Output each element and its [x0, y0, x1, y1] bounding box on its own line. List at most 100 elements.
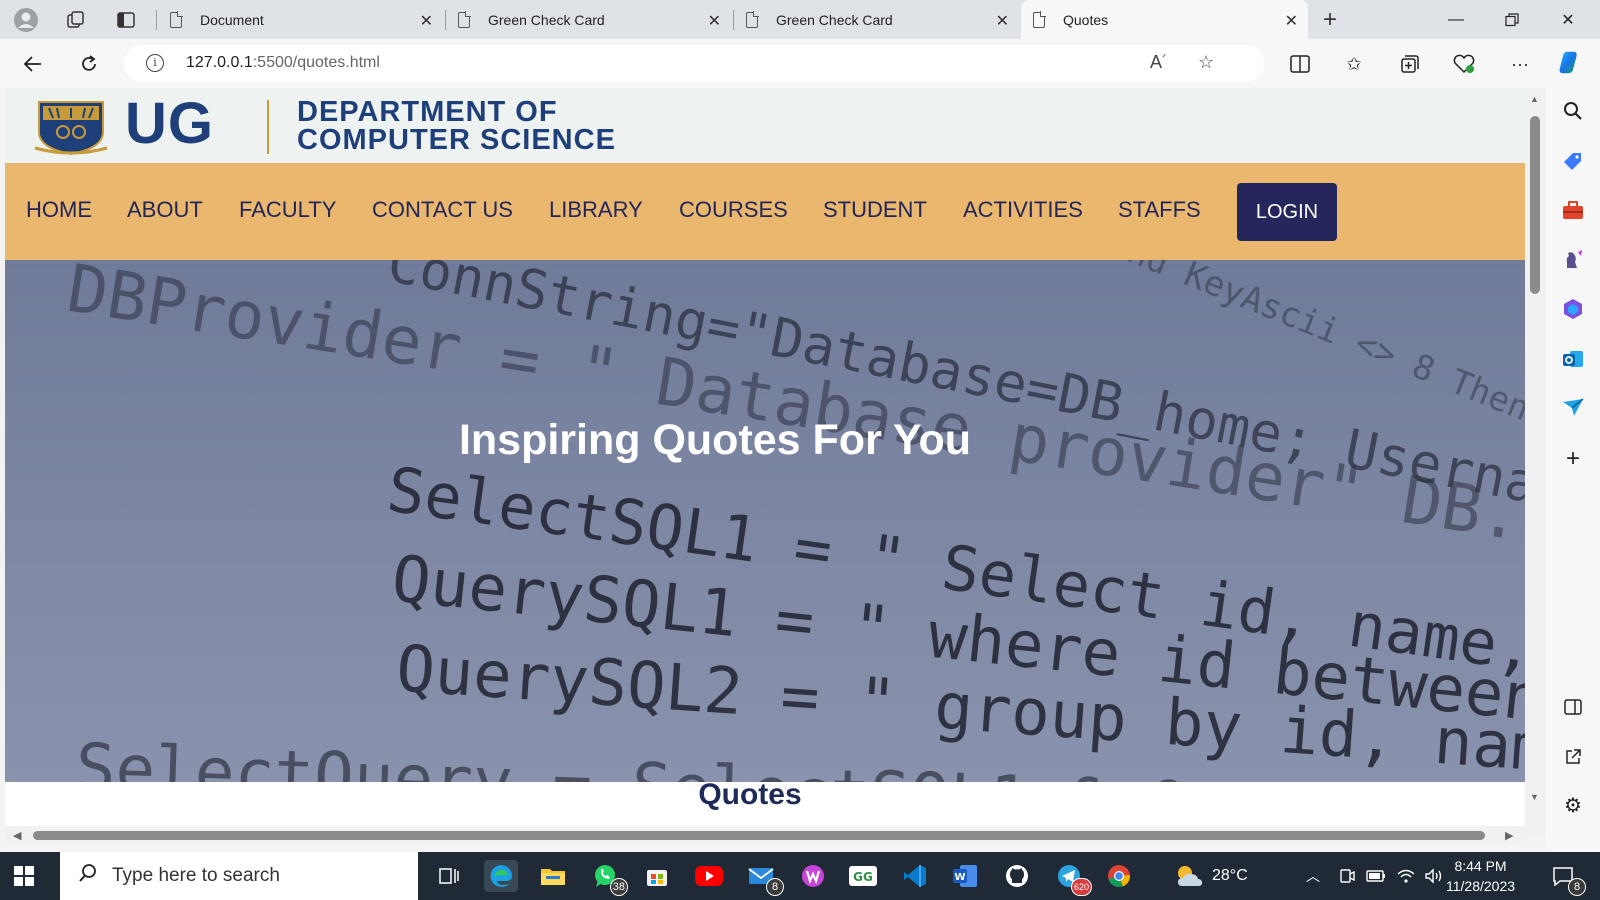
search-icon	[78, 863, 98, 889]
sidebar-shopping-icon[interactable]	[1560, 148, 1586, 174]
favorites-icon[interactable]: ✩	[1340, 51, 1368, 77]
tab-green-check-card-1[interactable]: Green Check Card ✕	[446, 0, 731, 39]
tab-quotes[interactable]: Quotes ✕	[1021, 0, 1308, 39]
refresh-icon[interactable]	[74, 49, 104, 79]
favorite-star-icon[interactable]: ☆	[1198, 52, 1214, 73]
back-icon[interactable]	[18, 49, 48, 79]
wifi-icon[interactable]	[1396, 852, 1416, 900]
nav-staffs[interactable]: STAFFS	[1118, 197, 1201, 223]
collections-icon[interactable]	[1396, 51, 1424, 77]
taskbar-search-box[interactable]: Type here to search	[60, 852, 418, 900]
sidebar-external-link-icon[interactable]	[1560, 744, 1586, 770]
minimize-icon[interactable]: —	[1428, 0, 1484, 39]
browser-essentials-icon[interactable]	[1450, 51, 1478, 77]
weather-cloud-sun-icon	[1178, 866, 1202, 886]
url-text[interactable]: 127.0.0.1:5500/quotes.html	[186, 54, 380, 72]
weather-widget[interactable]: 28°C	[1172, 852, 1248, 900]
microsoft-store-icon[interactable]	[640, 860, 674, 892]
close-tab-icon[interactable]: ✕	[996, 11, 1009, 31]
scroll-up-icon[interactable]: ▲	[1530, 94, 1539, 104]
sidebar-settings-icon[interactable]: ⚙	[1560, 792, 1586, 818]
scroll-right-icon[interactable]: ▶	[1505, 829, 1513, 842]
chrome-icon[interactable]	[1102, 860, 1136, 892]
nav-home[interactable]: HOME	[26, 197, 92, 223]
windows-start-icon[interactable]	[14, 866, 34, 886]
sidebar-hide-panel-icon[interactable]	[1560, 694, 1586, 720]
brave-wallet-icon[interactable]	[796, 860, 830, 892]
svg-text:W: W	[954, 872, 965, 883]
sidebar-microsoft365-icon[interactable]	[1560, 296, 1586, 322]
edge-sidebar: + ⚙	[1546, 88, 1600, 852]
vertical-scroll-thumb[interactable]	[1530, 116, 1540, 294]
horizontal-scroll-thumb[interactable]	[33, 831, 1485, 840]
battery-icon[interactable]	[1366, 852, 1386, 900]
workspaces-icon[interactable]	[62, 6, 90, 34]
nav-about[interactable]: ABOUT	[127, 197, 203, 223]
ug-logo-text: UG	[125, 91, 214, 156]
read-aloud-icon[interactable]: Aᐟ	[1150, 52, 1166, 73]
nav-student[interactable]: STUDENT	[823, 197, 927, 223]
login-button[interactable]: LOGIN	[1237, 183, 1337, 241]
department-title: DEPARTMENT OF COMPUTER SCIENCE	[297, 96, 616, 156]
close-window-icon[interactable]: ✕	[1540, 0, 1596, 39]
close-tab-icon[interactable]: ✕	[1285, 11, 1298, 31]
split-screen-icon[interactable]	[1286, 51, 1314, 77]
telegram-badge: 620	[1070, 878, 1092, 896]
github-icon[interactable]	[1000, 860, 1034, 892]
copilot-icon[interactable]	[1556, 49, 1584, 75]
site-header: UG DEPARTMENT OF COMPUTER SCIENCE	[5, 88, 1525, 163]
close-tab-icon[interactable]: ✕	[708, 11, 721, 31]
nav-contact-us[interactable]: CONTACT US	[372, 197, 513, 223]
file-explorer-icon[interactable]	[536, 860, 570, 892]
telegram-icon[interactable]: 620	[1052, 860, 1092, 896]
notifications-icon[interactable]: 8	[1546, 860, 1586, 896]
nav-activities[interactable]: ACTIVITIES	[963, 197, 1083, 223]
site-navigation: HOME ABOUT FACULTY CONTACT US LIBRARY CO…	[5, 163, 1525, 260]
sidebar-tools-icon[interactable]	[1560, 198, 1586, 224]
edge-app-icon[interactable]	[484, 860, 518, 892]
task-view-icon[interactable]	[432, 860, 466, 892]
page-icon	[1033, 10, 1046, 28]
close-tab-icon[interactable]: ✕	[420, 11, 433, 31]
show-hidden-icons[interactable]: ︿	[1306, 852, 1320, 900]
address-toolbar: i 127.0.0.1:5500/quotes.html Aᐟ ☆ ✩ ···	[0, 39, 1600, 88]
scroll-left-icon[interactable]: ◀	[13, 829, 21, 842]
scroll-down-icon[interactable]: ▼	[1530, 792, 1539, 802]
windows-taskbar: Type here to search 38 8 GG W 620 28°C ︿…	[0, 852, 1600, 900]
sidebar-search-icon[interactable]	[1560, 98, 1586, 124]
system-clock[interactable]: 8:44 PM 11/28/2023	[1446, 856, 1515, 896]
hero-title: Inspiring Quotes For You	[458, 416, 972, 464]
mail-icon[interactable]: 8	[744, 860, 784, 896]
volume-icon[interactable]	[1424, 852, 1444, 900]
vertical-tabs-icon[interactable]	[112, 6, 140, 34]
sidebar-add-icon[interactable]: +	[1560, 445, 1586, 472]
page-icon	[170, 10, 183, 28]
weather-temperature: 28°C	[1212, 867, 1248, 884]
code-background-image: DBProvider = " Database provider" DB.con…	[62, 260, 1525, 782]
nav-courses[interactable]: COURSES	[679, 197, 788, 223]
vertical-scrollbar[interactable]: ▲ ▼	[1525, 88, 1546, 836]
svg-text:GG: GG	[853, 870, 873, 884]
new-tab-icon[interactable]: +	[1316, 6, 1344, 34]
tab-document[interactable]: Document ✕	[158, 0, 443, 39]
sidebar-outlook-icon[interactable]	[1560, 346, 1586, 372]
geeksforgeeks-icon[interactable]: GG	[846, 860, 880, 892]
profile-icon[interactable]	[12, 6, 40, 34]
nav-faculty[interactable]: FACULTY	[239, 197, 336, 223]
more-options-icon[interactable]: ···	[1506, 51, 1534, 77]
sidebar-games-icon[interactable]	[1560, 246, 1586, 272]
address-bar[interactable]: i 127.0.0.1:5500/quotes.html Aᐟ ☆	[124, 45, 1264, 82]
word-icon[interactable]: W	[948, 860, 982, 892]
restore-icon[interactable]	[1484, 0, 1540, 39]
quotes-section-heading: Quotes	[698, 778, 802, 811]
sidebar-drop-icon[interactable]	[1560, 394, 1586, 420]
whatsapp-icon[interactable]: 38	[588, 860, 628, 896]
tab-green-check-card-2[interactable]: Green Check Card ✕	[734, 0, 1019, 39]
youtube-icon[interactable]	[692, 860, 726, 892]
site-info-icon[interactable]: i	[146, 54, 164, 72]
nav-library[interactable]: LIBRARY	[549, 197, 643, 223]
vscode-icon[interactable]	[898, 860, 932, 892]
meet-now-icon[interactable]	[1338, 852, 1356, 900]
search-placeholder: Type here to search	[112, 865, 280, 886]
horizontal-scrollbar[interactable]: ◀ ▶	[5, 826, 1525, 844]
